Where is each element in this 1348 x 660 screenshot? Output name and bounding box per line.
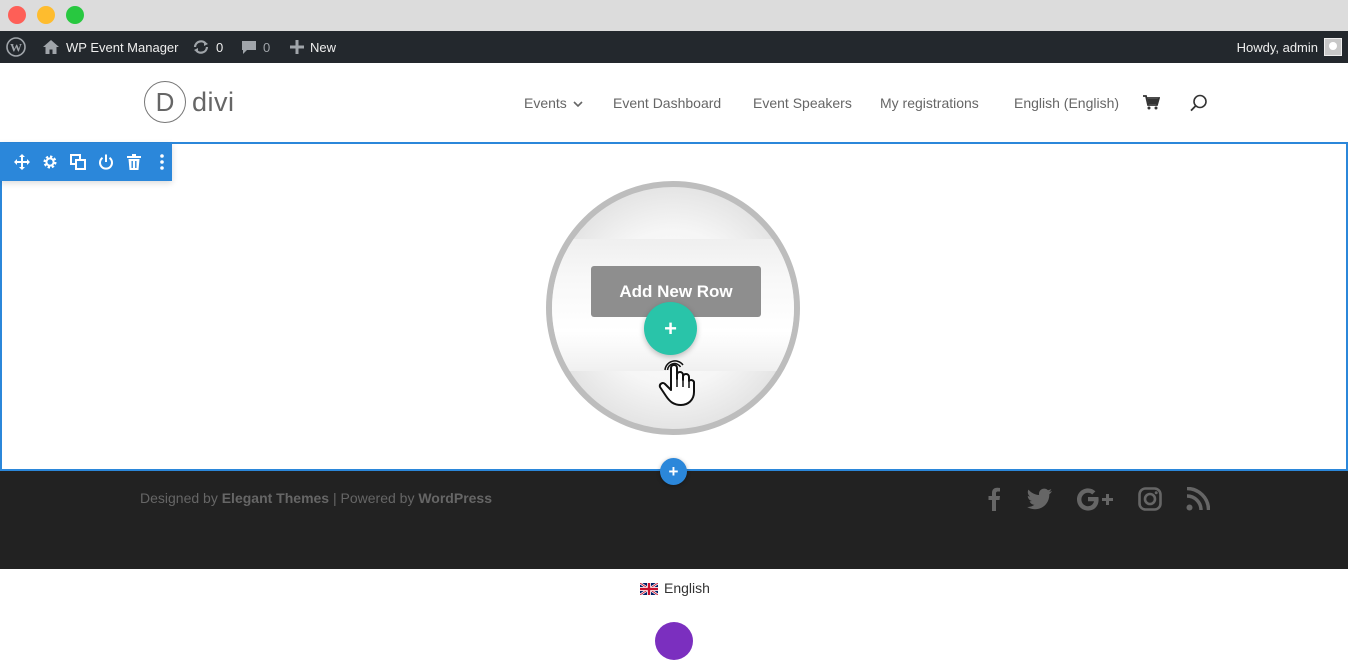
credits-prefix: Designed by (140, 490, 218, 506)
chevron-down-icon (573, 95, 583, 111)
greeting-label: Howdy, admin (1236, 39, 1318, 55)
twitter-icon[interactable] (1024, 483, 1056, 515)
language-switcher[interactable]: English (639, 580, 710, 596)
site-header: D divi Events Event Dashboard Event Spea… (0, 63, 1348, 142)
site-name-link[interactable]: WP Event Manager (42, 31, 178, 63)
updates-icon (192, 39, 210, 55)
add-row-button[interactable]: + (644, 302, 697, 355)
instagram-icon[interactable] (1134, 483, 1166, 515)
gear-icon[interactable] (41, 153, 59, 171)
plus-icon (290, 40, 304, 54)
nav-item-event-dashboard[interactable]: Event Dashboard (613, 95, 721, 111)
window-titlebar (0, 0, 1348, 31)
my-account-menu[interactable]: Howdy, admin (1237, 31, 1342, 63)
nav-item-language[interactable]: English (English) (1014, 95, 1119, 111)
language-label: English (664, 580, 710, 596)
footer-credits: Designed by Elegant Themes | Powered by … (140, 490, 492, 506)
logo-mark: D (144, 81, 186, 123)
duplicate-icon[interactable] (69, 153, 87, 171)
cart-icon[interactable] (1143, 95, 1160, 110)
home-icon (42, 39, 60, 55)
comments-link[interactable]: 0 (241, 31, 270, 63)
more-options-icon[interactable] (153, 153, 171, 171)
wp-admin-bar: W WP Event Manager 0 0 New Howdy, admin (0, 31, 1348, 63)
site-name-label: WP Event Manager (66, 39, 179, 55)
site-footer: Designed by Elegant Themes | Powered by … (0, 471, 1348, 569)
trash-icon[interactable] (125, 153, 143, 171)
builder-launch-button[interactable] (655, 622, 693, 660)
rss-icon[interactable] (1182, 483, 1214, 515)
avatar (1324, 38, 1342, 56)
wordpress-icon: W (6, 37, 26, 57)
move-icon[interactable] (13, 153, 31, 171)
comments-count: 0 (263, 39, 271, 55)
window-maximize-button[interactable] (66, 6, 84, 24)
google-plus-icon[interactable] (1076, 483, 1116, 515)
nav-item-label: Event Speakers (753, 94, 852, 111)
new-content-link[interactable]: New (290, 31, 336, 63)
nav-item-label: English (English) (1014, 94, 1120, 111)
nav-item-event-speakers[interactable]: Event Speakers (753, 95, 852, 111)
section-settings-toolbar (0, 143, 172, 181)
updates-count: 0 (216, 39, 224, 55)
updates-link[interactable]: 0 (192, 31, 223, 63)
nav-item-events[interactable]: Events (524, 95, 583, 111)
power-icon[interactable] (97, 153, 115, 171)
uk-flag-icon (639, 582, 659, 596)
zoom-magnifier: Add New Row + (546, 181, 800, 435)
wordpress-link[interactable]: WordPress (418, 490, 492, 506)
elegant-themes-link[interactable]: Elegant Themes (222, 490, 329, 506)
credits-mid: | Powered by (332, 490, 415, 506)
add-section-button[interactable]: + (660, 458, 687, 485)
window-close-button[interactable] (8, 6, 26, 24)
facebook-icon[interactable] (978, 483, 1010, 515)
comment-icon (241, 40, 257, 55)
nav-item-label: My registrations (880, 94, 979, 111)
logo-text: divi (192, 86, 235, 117)
wp-logo-menu[interactable]: W (6, 31, 26, 63)
site-logo[interactable]: D divi (144, 81, 235, 123)
nav-item-my-registrations[interactable]: My registrations (880, 95, 979, 111)
search-icon[interactable] (1190, 94, 1208, 112)
nav-item-label: Event Dashboard (613, 94, 722, 111)
nav-item-label: Events (524, 94, 567, 111)
svg-text:W: W (10, 41, 22, 55)
window-minimize-button[interactable] (37, 6, 55, 24)
hand-pointer-icon (657, 359, 697, 407)
new-label: New (310, 39, 337, 55)
